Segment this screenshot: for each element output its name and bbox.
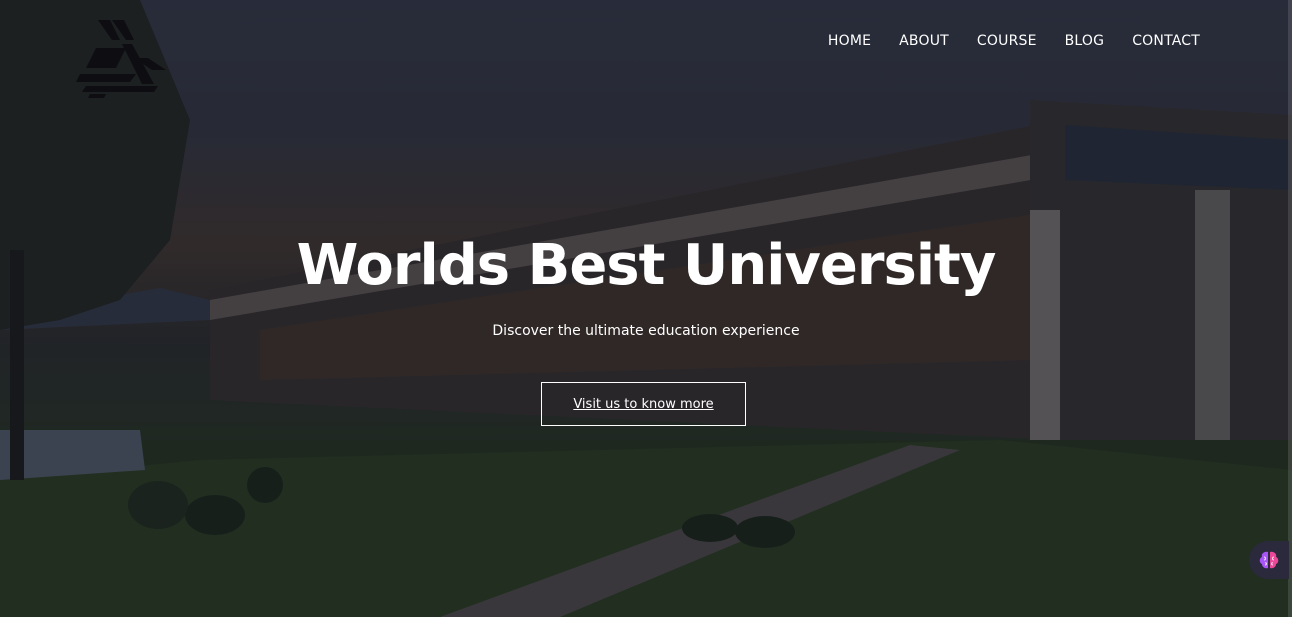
nav-link-home[interactable]: HOME: [828, 32, 871, 50]
nav-link-blog[interactable]: BLOG: [1065, 32, 1105, 50]
assistant-button[interactable]: [1249, 541, 1289, 579]
logo-mark: [76, 20, 166, 98]
nav-item-blog: BLOG: [1065, 32, 1105, 50]
nav-item-contact: CONTACT: [1132, 32, 1200, 50]
hero-subtitle: Discover the ultimate education experien…: [492, 323, 800, 339]
nav-item-home: HOME: [828, 32, 871, 50]
hero-section: HOME ABOUT COURSE BLOG CONTACT Worlds Be…: [0, 0, 1292, 617]
dark-overlay: [0, 0, 1292, 617]
nav-link-contact[interactable]: CONTACT: [1132, 32, 1200, 50]
university-logo-icon[interactable]: [76, 18, 168, 98]
nav-link-about[interactable]: ABOUT: [899, 32, 949, 50]
hero-title: Worlds Best University: [296, 233, 997, 298]
main-nav: HOME ABOUT COURSE BLOG CONTACT: [828, 32, 1200, 50]
visit-cta-button[interactable]: Visit us to know more: [541, 382, 746, 426]
page-scrollbar[interactable]: [1288, 0, 1292, 617]
brain-icon: [1259, 551, 1279, 569]
nav-link-course[interactable]: COURSE: [977, 32, 1037, 50]
nav-item-course: COURSE: [977, 32, 1037, 50]
nav-item-about: ABOUT: [899, 32, 949, 50]
